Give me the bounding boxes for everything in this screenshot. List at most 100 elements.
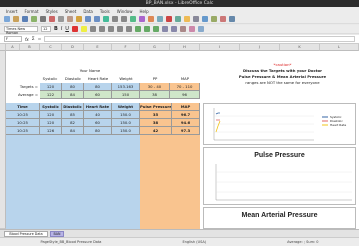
table-cell[interactable]: 94.6 [172, 119, 200, 127]
column-header[interactable]: E [84, 44, 112, 51]
split-icon[interactable] [220, 16, 226, 22]
table-cell[interactable]: 38 [140, 119, 172, 127]
table-cell[interactable]: 120 [40, 119, 62, 127]
map-chart[interactable]: Mean Arterial Pressure [203, 207, 356, 229]
cut-icon[interactable] [49, 16, 55, 22]
define-print-area-icon[interactable] [202, 16, 208, 22]
menu-data[interactable]: Data [83, 9, 93, 14]
comment-icon[interactable] [184, 16, 190, 22]
column-icon[interactable] [121, 16, 127, 22]
table-cell[interactable]: 96.7 [172, 111, 200, 119]
clone-icon[interactable] [76, 16, 82, 22]
menu-styles[interactable]: Styles [46, 9, 58, 14]
table-cell[interactable]: 126 [40, 127, 62, 135]
menu-insert[interactable]: Insert [6, 9, 17, 14]
status-language[interactable]: English (USA) [182, 240, 206, 244]
undo-icon[interactable] [85, 16, 91, 22]
spellcheck-icon[interactable] [103, 16, 109, 22]
table-cell[interactable]: 10:25 [6, 127, 40, 135]
name-box[interactable]: F [4, 36, 22, 42]
column-header[interactable]: J [240, 44, 280, 51]
average-cell[interactable]: 150 [112, 91, 140, 99]
target-cell[interactable]: 70 - 110 [170, 83, 200, 91]
print-icon[interactable] [40, 16, 46, 22]
table-header-weight[interactable]: Weight [112, 103, 140, 111]
save-icon[interactable] [22, 16, 28, 22]
copy-icon[interactable] [58, 16, 64, 22]
column-header[interactable]: K [280, 44, 320, 51]
target-cell[interactable]: 30 - 40 [140, 83, 170, 91]
table-cell[interactable]: 10:25 [6, 111, 40, 119]
currency-icon[interactable] [134, 26, 141, 32]
conditional-icon[interactable] [197, 26, 204, 32]
table-cell[interactable]: 120 [40, 111, 62, 119]
open-icon[interactable] [13, 16, 19, 22]
menu-help[interactable]: Help [140, 9, 149, 14]
average-cell[interactable]: 122 [40, 91, 62, 99]
borders-icon[interactable] [179, 26, 186, 32]
function-wizard-icon[interactable]: fx [25, 37, 29, 42]
new-icon[interactable] [4, 16, 10, 22]
target-cell[interactable]: 80 [84, 83, 112, 91]
formula-icon[interactable]: = [38, 37, 42, 42]
wrap-icon[interactable] [116, 26, 123, 32]
underline-icon[interactable]: U [65, 26, 69, 32]
table-cell[interactable]: 35 [140, 111, 172, 119]
table-cell[interactable]: 10:25 [6, 119, 40, 127]
font-color-icon[interactable] [71, 26, 78, 32]
table-cell[interactable]: 80 [84, 127, 112, 135]
average-cell[interactable]: 84 [62, 91, 84, 99]
column-header[interactable]: H [170, 44, 200, 51]
table-header-diastolic[interactable]: Diastolic [62, 103, 84, 111]
hyperlink-icon[interactable] [175, 16, 181, 22]
align-right-icon[interactable] [107, 26, 114, 32]
table-header-heart-rate[interactable]: Heart Rate [84, 103, 112, 111]
table-cell[interactable]: 150.0 [112, 127, 140, 135]
column-header[interactable]: G [140, 44, 170, 51]
target-cell[interactable]: 120 [40, 83, 62, 91]
pivot-icon[interactable] [157, 16, 163, 22]
row-icon[interactable] [112, 16, 118, 22]
chart-icon[interactable] [148, 16, 154, 22]
table-cell[interactable]: 42 [140, 127, 172, 135]
formula-input[interactable] [44, 36, 355, 42]
column-header[interactable]: C [40, 44, 62, 51]
percent-icon[interactable] [143, 26, 150, 32]
table-cell[interactable]: 85 [62, 111, 84, 119]
table-header-systolic[interactable]: Systolic [40, 103, 62, 111]
pulse-pressure-chart[interactable]: Pulse Pressure [203, 147, 356, 205]
table-cell[interactable]: 82 [62, 119, 84, 127]
bold-icon[interactable]: B [54, 26, 58, 32]
table-cell[interactable]: 84 [62, 127, 84, 135]
table-header-map[interactable]: MAP [172, 103, 200, 111]
paste-icon[interactable] [67, 16, 73, 22]
special-char-icon[interactable] [166, 16, 172, 22]
italic-icon[interactable]: I [61, 26, 62, 32]
filter-icon[interactable] [139, 16, 145, 22]
outdent-icon[interactable] [170, 26, 177, 32]
column-header[interactable]: L [320, 44, 359, 51]
table-cell[interactable]: 40 [84, 111, 112, 119]
background-color-icon[interactable] [188, 26, 195, 32]
column-header[interactable]: A [6, 44, 20, 51]
column-header[interactable]: D [62, 44, 84, 51]
column-header[interactable]: B [20, 44, 40, 51]
average-cell[interactable]: 60 [84, 91, 112, 99]
average-cell[interactable]: 38 [140, 91, 170, 99]
freeze-icon[interactable] [211, 16, 217, 22]
sort-icon[interactable] [130, 16, 136, 22]
menu-format[interactable]: Format [24, 9, 38, 14]
average-cell[interactable]: 96 [170, 91, 200, 99]
menu-sheet[interactable]: Sheet [65, 9, 77, 14]
table-cell[interactable]: 150.0 [112, 111, 140, 119]
target-cell[interactable]: 80 [62, 83, 84, 91]
merge-icon[interactable] [125, 26, 132, 32]
header-footer-icon[interactable] [193, 16, 199, 22]
font-size-select[interactable]: 12 [41, 26, 51, 32]
show-draw-icon[interactable] [229, 16, 235, 22]
bp-chart[interactable]: Systolic Diastolic Heart Rate [203, 103, 356, 145]
export-pdf-icon[interactable] [31, 16, 37, 22]
indent-icon[interactable] [161, 26, 168, 32]
font-name-select[interactable]: Times New Roman [4, 26, 38, 35]
table-cell[interactable]: 60 [84, 119, 112, 127]
